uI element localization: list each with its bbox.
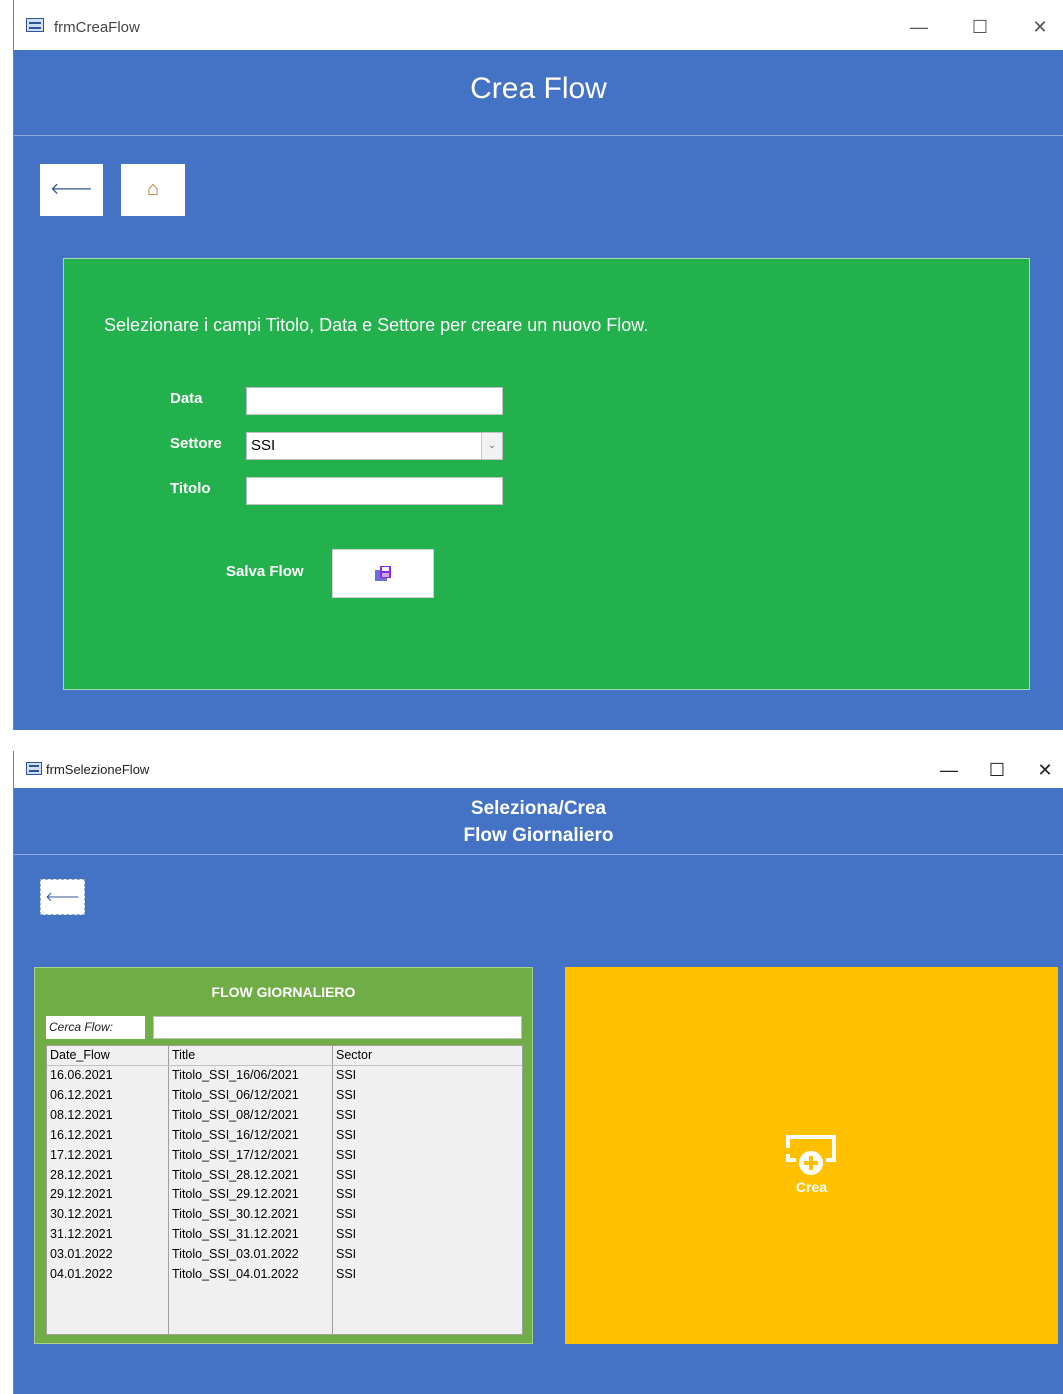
sector-cell: SSI [336, 1107, 357, 1122]
arrow-left-icon: 🡐 [45, 889, 80, 904]
flow-list[interactable]: Date_Flow Title Sector 16.06.2021 Titolo_… [46, 1045, 523, 1335]
list-item[interactable]: 16.12.2021 Titolo_SSI_16/12/2021 SSI [47, 1126, 522, 1146]
sector-cell: SSI [336, 1227, 357, 1242]
minimize-button[interactable]: — [926, 755, 972, 785]
crea-flow-window: frmCreaFlow — ☐ ✕ Crea Flow 🡐 ⌂ Selezion… [13, 0, 1063, 730]
sector-cell: SSI [336, 1147, 357, 1162]
data-field[interactable] [246, 387, 503, 415]
close-button[interactable]: ✕ [1022, 755, 1063, 785]
arrow-left-icon: 🡐 [50, 181, 93, 198]
list-item[interactable]: 30.12.2021 Titolo_SSI_30.12.2021 SSI [47, 1205, 522, 1225]
title-bar: frmCreaFlow — ☐ ✕ [14, 0, 1063, 50]
date-cell: 30.12.2021 [50, 1207, 113, 1222]
sector-cell: SSI [336, 1127, 357, 1142]
date-cell: 29.12.2021 [50, 1187, 113, 1202]
list-title: FLOW GIORNALIERO [211, 984, 356, 1000]
title-cell: Titolo_SSI_28.12.2021 [172, 1167, 299, 1182]
date-cell: 06.12.2021 [50, 1087, 113, 1102]
save-flow-label: Salva Flow [226, 563, 304, 580]
sector-cell: SSI [336, 1187, 357, 1202]
title-cell: Titolo_SSI_16/06/2021 [172, 1068, 299, 1082]
title-bar: frmSelezioneFlow — ☐ ✕ [14, 751, 1063, 788]
date-cell: 08.12.2021 [50, 1107, 113, 1122]
selezione-flow-window: frmSelezioneFlow — ☐ ✕ Seleziona/Crea Fl… [13, 751, 1063, 1394]
save-icon [375, 566, 391, 581]
maximize-button[interactable]: ☐ [957, 12, 1003, 42]
settore-label: Settore [170, 435, 222, 452]
column-header-title: Title [172, 1048, 196, 1062]
title-cell: Titolo_SSI_03.01.2022 [172, 1247, 299, 1262]
instructions-text: Selezionare i campi Titolo, Data e Setto… [104, 315, 649, 335]
title-cell: Titolo_SSI_29.12.2021 [172, 1187, 299, 1202]
settore-select[interactable]: SSI ⌄ [246, 432, 503, 460]
flow-giornaliero-panel: FLOW GIORNALIERO Cerca Flow: Date_Flow T… [34, 967, 533, 1344]
date-cell: 28.12.2021 [50, 1167, 113, 1182]
page-title-line2: Flow Giornaliero [463, 825, 614, 846]
date-cell: 31.12.2021 [50, 1227, 113, 1242]
close-button[interactable]: ✕ [1017, 12, 1063, 42]
date-cell: 17.12.2021 [50, 1147, 113, 1162]
data-label: Data [170, 390, 203, 407]
list-item[interactable]: 28.12.2021 Titolo_SSI_28.12.2021 SSI [47, 1166, 522, 1186]
column-header-sector: Sector [336, 1048, 373, 1062]
sector-cell: SSI [336, 1068, 357, 1082]
form-app-icon [26, 762, 42, 775]
list-item[interactable]: 06.12.2021 Titolo_SSI_06/12/2021 SSI [47, 1086, 522, 1106]
window-title: frmCreaFlow [54, 19, 140, 36]
list-item[interactable]: 03.01.2022 Titolo_SSI_03.01.2022 SSI [47, 1245, 522, 1265]
form-app-icon [26, 18, 44, 32]
title-cell: Titolo_SSI_04.01.2022 [172, 1267, 299, 1281]
list-item[interactable]: 16.06.2021 Titolo_SSI_16/06/2021 SSI [47, 1066, 522, 1086]
add-screen-icon [786, 1135, 836, 1175]
title-cell: Titolo_SSI_06/12/2021 [172, 1087, 299, 1102]
maximize-button[interactable]: ☐ [974, 755, 1020, 785]
crea-label: Crea [795, 1179, 828, 1195]
back-button[interactable]: 🡐 [40, 879, 85, 915]
title-cell: Titolo_SSI_16/12/2021 [172, 1127, 299, 1142]
home-icon: ⌂ [146, 178, 160, 200]
list-item[interactable]: 08.12.2021 Titolo_SSI_08/12/2021 SSI [47, 1106, 522, 1126]
header-band: Crea Flow [14, 50, 1063, 136]
sector-cell: SSI [336, 1207, 357, 1222]
title-cell: Titolo_SSI_30.12.2021 [172, 1207, 299, 1222]
chevron-down-icon[interactable]: ⌄ [481, 433, 502, 459]
page-title: Crea Flow [470, 72, 607, 105]
sector-cell: SSI [336, 1167, 357, 1182]
sector-cell: SSI [336, 1267, 357, 1281]
date-cell: 16.06.2021 [50, 1068, 113, 1082]
titolo-label: Titolo [170, 480, 211, 497]
list-header-row: Date_Flow Title Sector [47, 1046, 522, 1066]
title-cell: Titolo_SSI_31.12.2021 [172, 1227, 299, 1242]
search-input[interactable] [153, 1016, 522, 1039]
crea-flow-panel: Selezionare i campi Titolo, Data e Setto… [63, 258, 1030, 690]
header-band: Seleziona/Crea Flow Giornaliero [14, 788, 1063, 855]
list-item[interactable]: 04.01.2022 Titolo_SSI_04.01.2022 SSI [47, 1265, 522, 1285]
sector-cell: SSI [336, 1247, 357, 1262]
page-title-line1: Seleziona/Crea [470, 798, 607, 819]
search-label: Cerca Flow: [46, 1016, 145, 1039]
date-cell: 03.01.2022 [50, 1247, 113, 1262]
minimize-button[interactable]: — [896, 12, 942, 42]
crea-button[interactable]: Crea [565, 967, 1058, 1344]
list-item[interactable]: 17.12.2021 Titolo_SSI_17/12/2021 SSI [47, 1146, 522, 1166]
home-button[interactable]: ⌂ [121, 164, 185, 216]
save-flow-button[interactable] [332, 549, 434, 598]
title-cell: Titolo_SSI_17/12/2021 [172, 1147, 299, 1162]
date-cell: 16.12.2021 [50, 1127, 113, 1142]
sector-cell: SSI [336, 1087, 357, 1102]
title-cell: Titolo_SSI_08/12/2021 [172, 1107, 299, 1122]
back-button[interactable]: 🡐 [40, 164, 103, 216]
list-item[interactable]: 29.12.2021 Titolo_SSI_29.12.2021 SSI [47, 1185, 522, 1205]
window-title: frmSelezioneFlow [46, 762, 150, 777]
list-item[interactable]: 31.12.2021 Titolo_SSI_31.12.2021 SSI [47, 1225, 522, 1245]
date-cell: 04.01.2022 [50, 1267, 113, 1281]
settore-selected-value: SSI [251, 437, 276, 454]
column-header-date: Date_Flow [50, 1048, 110, 1062]
titolo-field[interactable] [246, 477, 503, 505]
